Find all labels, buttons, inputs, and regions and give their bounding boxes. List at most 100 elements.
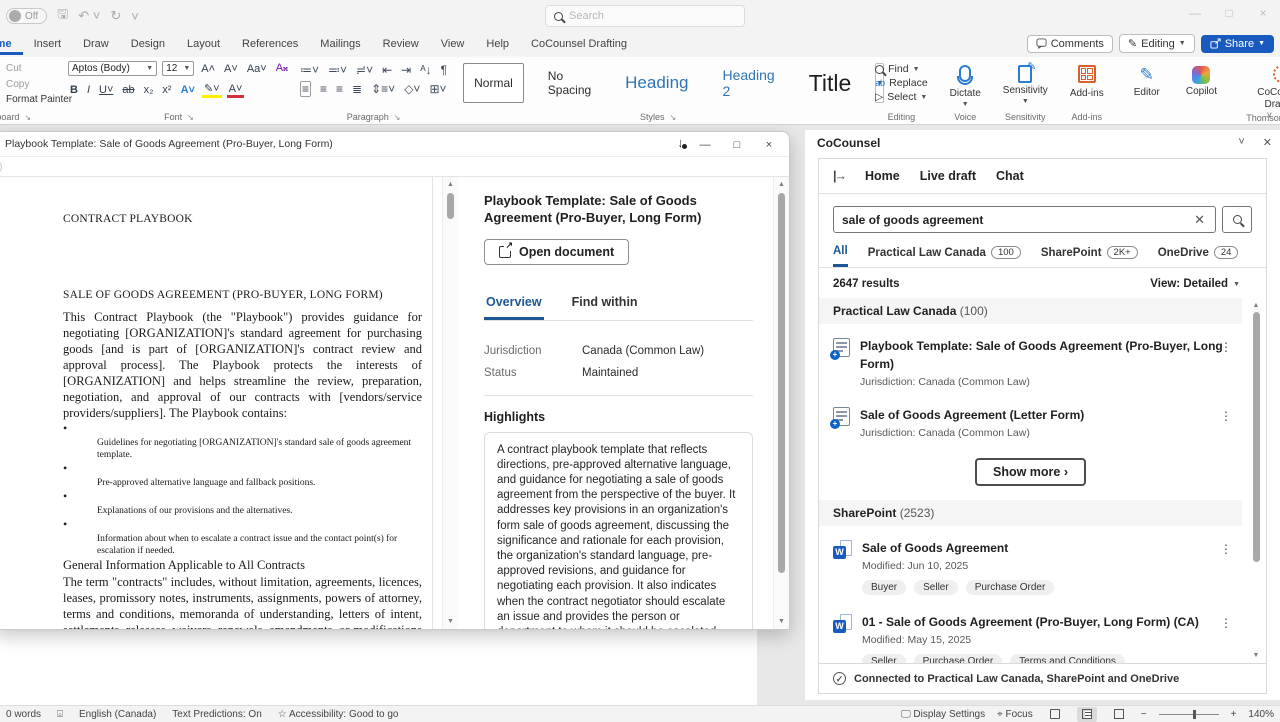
nav-live-draft[interactable]: Live draft <box>920 169 976 183</box>
doc-preview-scrollbar[interactable]: ▲ ▼ <box>442 177 458 629</box>
align-center-icon[interactable]: ≡ <box>320 82 327 96</box>
web-layout-button[interactable] <box>1109 707 1129 722</box>
font-color-icon[interactable]: A˅ <box>227 83 245 98</box>
scroll-down-icon[interactable]: ▼ <box>774 618 789 625</box>
text-effects-icon[interactable]: A˅ <box>179 84 197 96</box>
autosave-toggle[interactable]: Off <box>6 8 47 24</box>
popup-maximize-icon[interactable]: □ <box>721 139 753 151</box>
cocounsel-search-box[interactable]: ✕ <box>833 206 1216 233</box>
scroll-up-icon[interactable]: ▲ <box>443 181 458 188</box>
multilevel-list-icon[interactable]: ≓˅ <box>356 63 373 77</box>
tab-references[interactable]: References <box>231 34 309 55</box>
find-button[interactable]: Find▼ <box>875 63 928 75</box>
tab-review[interactable]: Review <box>372 34 430 55</box>
line-spacing-icon[interactable]: ⇕≡˅ <box>371 82 395 96</box>
zoom-out-button[interactable]: − <box>1141 709 1147 720</box>
editing-mode-button[interactable]: ✎ Editing ▼ <box>1119 34 1195 53</box>
scrollbar-thumb[interactable] <box>447 193 454 219</box>
style-title[interactable]: Title <box>799 63 862 103</box>
scroll-down-icon[interactable]: ▼ <box>443 618 458 625</box>
focus-button[interactable]: ⌖ Focus <box>997 709 1033 720</box>
customize-quick-access-icon[interactable]: ˅ <box>131 9 139 24</box>
kebab-menu-icon[interactable]: ⋮ <box>1220 409 1232 423</box>
popup-minimize-icon[interactable]: — <box>689 139 721 151</box>
popup-titlebar[interactable]: Playbook Template: Sale of Goods Agreeme… <box>0 132 789 157</box>
word-count[interactable]: 0 words <box>6 709 41 720</box>
cocounsel-drafting-button[interactable]: CoCounsel Drafting <box>1241 61 1280 112</box>
result-item[interactable]: W Sale of Goods Agreement Modified: Jun … <box>819 530 1242 604</box>
bullets-icon[interactable]: ≔˅ <box>300 63 319 77</box>
numbering-icon[interactable]: ≕˅ <box>328 63 347 77</box>
addins-button[interactable]: Add-ins <box>1064 61 1110 101</box>
display-settings-button[interactable]: 🖵︎ Display Settings <box>901 709 985 720</box>
popup-close-icon[interactable]: × <box>753 139 785 151</box>
pane-close-icon[interactable]: ✕ <box>1263 136 1272 149</box>
clipboard-dialog-launcher[interactable]: ↘ <box>24 113 31 122</box>
tab-insert[interactable]: Insert <box>23 34 73 55</box>
highlight-color-icon[interactable]: ✎˅ <box>202 82 222 98</box>
bold-icon[interactable]: B <box>68 84 80 96</box>
zoom-in-button[interactable]: + <box>1231 709 1237 720</box>
tab-design[interactable]: Design <box>120 34 176 55</box>
underline-icon[interactable]: U˅ <box>97 84 115 96</box>
read-mode-button[interactable] <box>1045 707 1065 722</box>
overview-scrollbar[interactable]: ▲ ▼ <box>773 177 789 629</box>
view-selector[interactable]: View: Detailed▼ <box>1150 278 1240 290</box>
align-left-icon[interactable]: ≡ <box>300 81 311 97</box>
tab-cocounsel-drafting[interactable]: CoCounsel Drafting <box>520 34 638 55</box>
style-heading[interactable]: Heading <box>615 63 698 103</box>
cut-button[interactable]: Cut <box>6 61 58 77</box>
copy-button[interactable]: Copy <box>6 77 58 93</box>
kebab-menu-icon[interactable]: ⋮ <box>1220 340 1232 354</box>
search-submit-button[interactable] <box>1222 206 1252 233</box>
zoom-level[interactable]: 140% <box>1248 709 1274 720</box>
tab-draw[interactable]: Draw <box>72 34 120 55</box>
filter-sharepoint[interactable]: SharePoint2K+ <box>1041 246 1138 266</box>
clear-formatting-icon[interactable]: A𝄪 <box>274 62 290 75</box>
font-size-select[interactable]: 12▼ <box>162 61 194 76</box>
collapse-ribbon-icon[interactable]: ˅ <box>1267 110 1272 120</box>
kebab-menu-icon[interactable]: ⋮ <box>1220 542 1232 556</box>
font-name-select[interactable]: Aptos (Body)▼ <box>68 61 157 76</box>
style-normal[interactable]: Normal <box>463 63 524 103</box>
strikethrough-icon[interactable]: ab <box>120 84 136 96</box>
close-icon[interactable]: × <box>1246 0 1280 26</box>
language-status[interactable]: English (Canada) <box>79 709 156 720</box>
text-predictions-status[interactable]: Text Predictions: On <box>172 709 261 720</box>
undo-icon[interactable]: ↶ ˅ <box>78 8 100 24</box>
shading-icon[interactable]: ◇˅ <box>404 82 420 96</box>
collapse-pane-icon[interactable]: |→ <box>833 169 845 183</box>
show-paragraph-marks-icon[interactable]: ¶ <box>441 63 447 77</box>
select-button[interactable]: ▷Select▼ <box>875 91 928 103</box>
style-heading2[interactable]: Heading 2 <box>712 63 784 103</box>
minimize-icon[interactable]: — <box>1178 0 1212 26</box>
italic-icon[interactable]: I <box>85 84 92 96</box>
tab-overview[interactable]: Overview <box>484 289 544 320</box>
filter-onedrive[interactable]: OneDrive24 <box>1158 246 1239 266</box>
scrollbar-thumb[interactable] <box>778 193 785 573</box>
styles-dialog-launcher[interactable]: ↘ <box>670 113 677 122</box>
tab-find-within[interactable]: Find within <box>570 289 640 320</box>
copilot-button[interactable]: Copilot <box>1180 63 1223 99</box>
nav-home[interactable]: Home <box>865 169 900 183</box>
zoom-slider[interactable] <box>1159 714 1219 715</box>
open-document-button[interactable]: Open document <box>484 239 629 265</box>
print-layout-button[interactable] <box>1077 707 1097 722</box>
clipped-toolbar-button[interactable] <box>0 160 2 174</box>
editor-button[interactable]: ✎ Editor <box>1128 63 1166 100</box>
result-item[interactable]: W 01 - Sale of Goods Agreement (Pro-Buye… <box>819 604 1242 663</box>
zoom-slider-thumb[interactable] <box>1193 710 1196 719</box>
cocounsel-search-input[interactable] <box>842 213 1192 227</box>
decrease-indent-icon[interactable]: ⇤ <box>382 63 392 77</box>
dictate-button[interactable]: Dictate ▼ <box>944 61 987 110</box>
scrollbar-thumb[interactable] <box>1253 312 1260 562</box>
superscript-icon[interactable]: x² <box>160 84 173 96</box>
document-preview-pane[interactable]: CONTRACT PLAYBOOK SALE OF GOODS AGREEMEN… <box>0 177 442 629</box>
style-no-spacing[interactable]: No Spacing <box>538 63 601 103</box>
search-input[interactable]: Search <box>545 5 745 27</box>
maximize-icon[interactable]: □ <box>1212 0 1246 26</box>
scroll-down-icon[interactable]: ▼ <box>1249 652 1263 659</box>
tab-view[interactable]: View <box>430 34 476 55</box>
show-more-button[interactable]: Show more › <box>975 458 1086 486</box>
scroll-up-icon[interactable]: ▲ <box>774 181 789 188</box>
